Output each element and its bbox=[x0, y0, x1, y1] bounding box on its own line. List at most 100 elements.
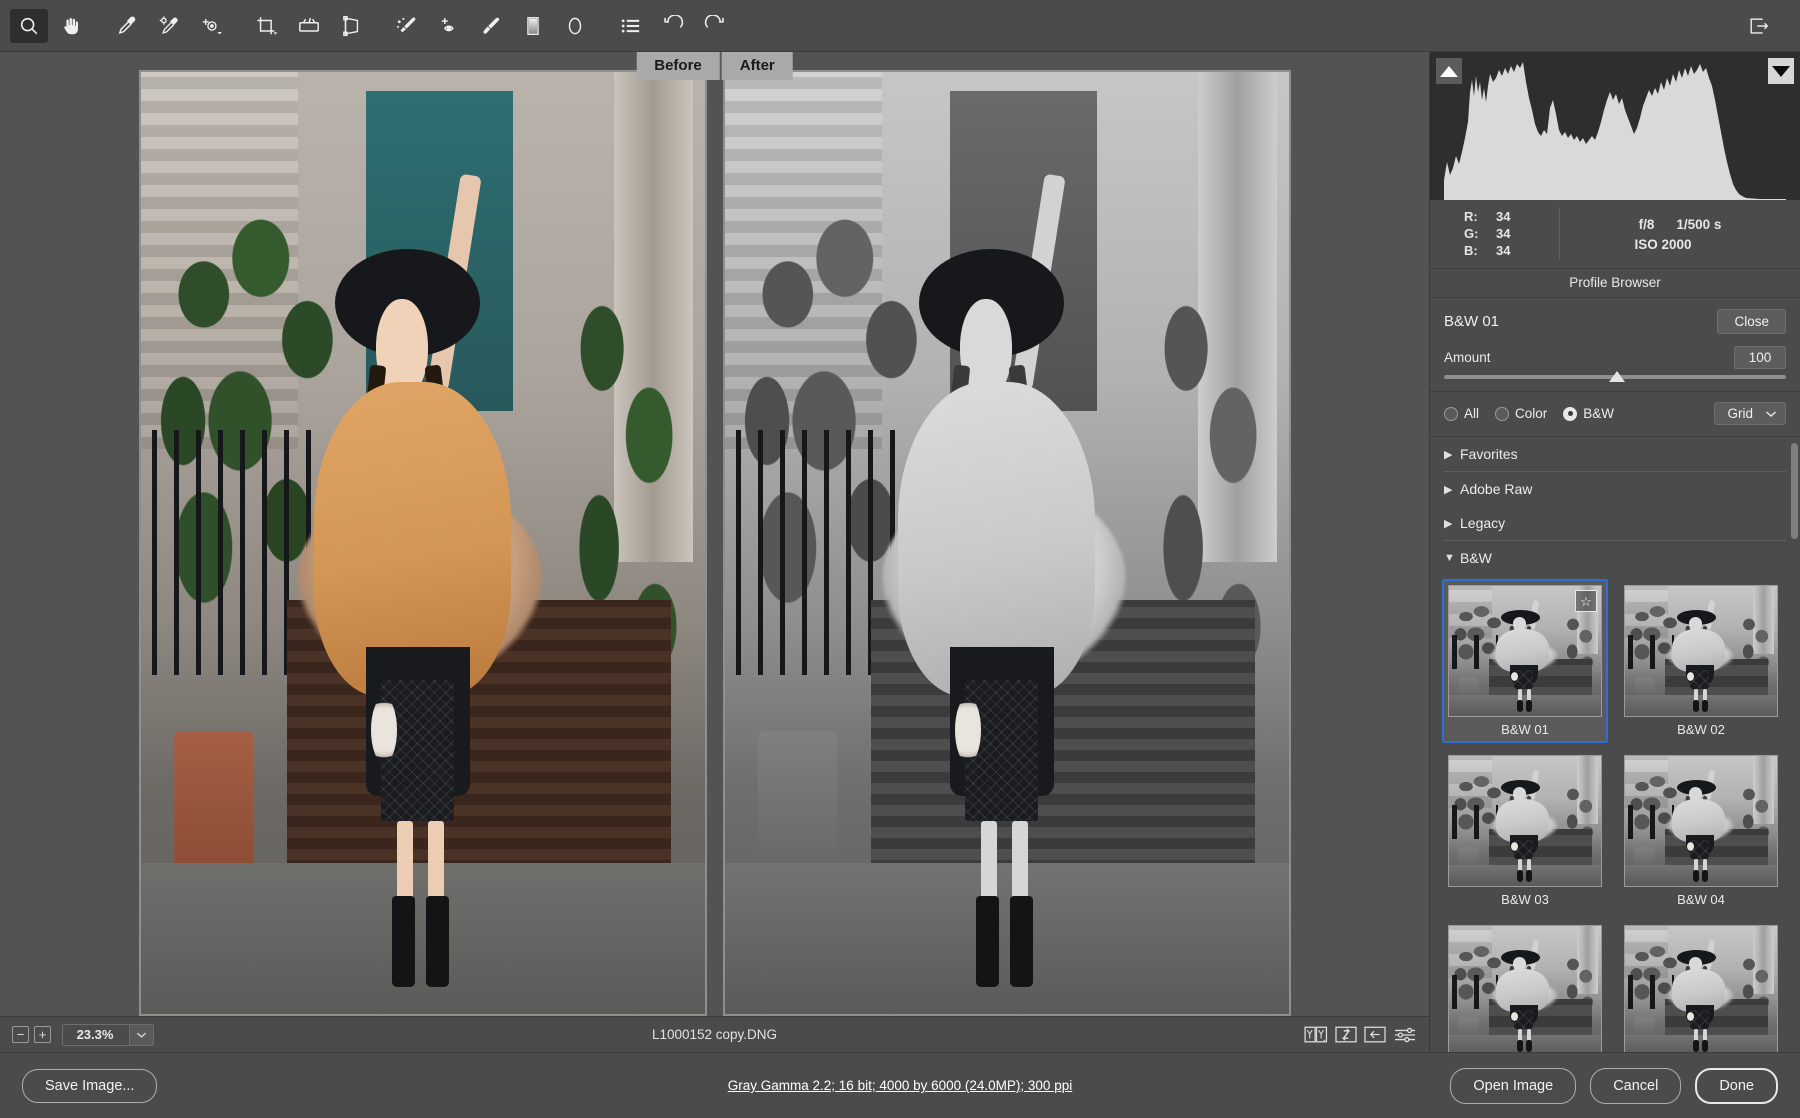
exif-values: f/8 1/500 s ISO 2000 bbox=[1560, 207, 1800, 260]
redo-tool[interactable] bbox=[696, 9, 734, 43]
profile-thumb-bw-01[interactable]: ☆ B&W 01 bbox=[1442, 579, 1608, 743]
amount-slider-handle[interactable] bbox=[1609, 371, 1625, 382]
profile-thumb-bw-03[interactable]: B&W 03 bbox=[1442, 749, 1608, 913]
exif-iso: ISO 2000 bbox=[1634, 237, 1691, 252]
current-profile-name: B&W 01 bbox=[1444, 313, 1499, 330]
shadow-clipping-icon[interactable] bbox=[1436, 58, 1462, 84]
image-canvas[interactable]: Before After bbox=[0, 52, 1429, 1016]
group-legacy[interactable]: ▶ Legacy bbox=[1430, 506, 1800, 540]
crop-tool[interactable] bbox=[248, 9, 286, 43]
before-after-preferences-icon[interactable] bbox=[1393, 1025, 1417, 1045]
toolbar-right-group bbox=[1740, 0, 1782, 52]
white-balance-tool[interactable] bbox=[108, 9, 146, 43]
preferences-icon[interactable] bbox=[1740, 9, 1778, 43]
group-favorites[interactable]: ▶ Favorites bbox=[1430, 437, 1800, 471]
view-mode-value: Grid bbox=[1727, 406, 1753, 421]
thumbnail-image: ☆ bbox=[1448, 585, 1602, 717]
amount-input[interactable]: 100 bbox=[1734, 346, 1786, 369]
hand-tool[interactable] bbox=[52, 9, 90, 43]
chevron-right-icon: ▶ bbox=[1444, 483, 1460, 496]
tab-after[interactable]: After bbox=[722, 52, 793, 80]
view-mode-select[interactable]: Grid bbox=[1714, 402, 1786, 425]
group-label-adobe-raw: Adobe Raw bbox=[1460, 481, 1532, 497]
chevron-down-icon bbox=[129, 1025, 153, 1045]
profile-thumb-bw-04[interactable]: B&W 04 bbox=[1618, 749, 1784, 913]
profile-groups: ▶ Favorites ▶ Adobe Raw ▶ Legacy ▼ B&W bbox=[1430, 437, 1800, 1052]
profile-thumb-bw-02[interactable]: B&W 02 bbox=[1618, 579, 1784, 743]
copy-settings-icon[interactable] bbox=[1364, 1025, 1386, 1045]
targeted-adjustment-tool[interactable] bbox=[192, 9, 230, 43]
profile-browser-title: Profile Browser bbox=[1430, 269, 1800, 298]
chevron-right-icon: ▶ bbox=[1444, 517, 1460, 530]
undo-tool[interactable] bbox=[654, 9, 692, 43]
tab-before[interactable]: Before bbox=[636, 52, 722, 80]
group-adobe-raw[interactable]: ▶ Adobe Raw bbox=[1430, 472, 1800, 506]
thumbnail-image bbox=[1448, 925, 1602, 1052]
rgb-b-label: B: bbox=[1464, 243, 1496, 258]
radio-icon bbox=[1444, 407, 1458, 421]
chevron-down-icon bbox=[1765, 410, 1777, 418]
zoom-out-button[interactable]: − bbox=[12, 1026, 29, 1043]
main-toolbar bbox=[0, 0, 1800, 52]
spot-removal-tool[interactable] bbox=[388, 9, 426, 43]
zoom-level-select[interactable]: 23.3% bbox=[62, 1024, 154, 1046]
open-image-button[interactable]: Open Image bbox=[1450, 1068, 1576, 1104]
filename-label: L1000152 copy.DNG bbox=[0, 1027, 1429, 1042]
zoom-in-button[interactable]: + bbox=[34, 1026, 51, 1043]
swap-before-after-icon[interactable] bbox=[1335, 1025, 1357, 1045]
transform-tool[interactable] bbox=[332, 9, 370, 43]
after-photo bbox=[725, 72, 1289, 1014]
favorite-star-icon[interactable]: ☆ bbox=[1575, 590, 1597, 612]
photo-subject bbox=[882, 166, 1141, 995]
before-image[interactable] bbox=[139, 70, 707, 1016]
graduated-filter-tool[interactable] bbox=[514, 9, 552, 43]
radial-filter-tool[interactable] bbox=[556, 9, 594, 43]
group-label-legacy: Legacy bbox=[1460, 515, 1505, 531]
filter-radio-color[interactable]: Color bbox=[1495, 406, 1547, 421]
profile-thumbnail-grid: ☆ B&W 01 bbox=[1430, 575, 1800, 1052]
profile-thumb-bw-05[interactable]: B&W 05 bbox=[1442, 919, 1608, 1052]
group-label-favorites: Favorites bbox=[1460, 446, 1518, 462]
close-button[interactable]: Close bbox=[1717, 309, 1786, 334]
right-panel: R: 34 G: 34 B: 34 f/8 1/500 s bbox=[1430, 52, 1800, 1052]
chevron-right-icon: ▶ bbox=[1444, 448, 1460, 461]
footer-actions: Open Image Cancel Done bbox=[1450, 1068, 1778, 1104]
before-photo bbox=[141, 72, 705, 1014]
radio-icon bbox=[1563, 407, 1577, 421]
exif-shutter: 1/500 s bbox=[1676, 217, 1721, 232]
profile-label: B&W 03 bbox=[1448, 887, 1602, 907]
filter-radio-all[interactable]: All bbox=[1444, 406, 1479, 421]
radio-icon bbox=[1495, 407, 1509, 421]
color-sampler-tool[interactable] bbox=[150, 9, 188, 43]
amount-slider[interactable] bbox=[1430, 369, 1800, 391]
before-after-tabs: Before After bbox=[636, 52, 793, 80]
highlight-clipping-icon[interactable] bbox=[1768, 58, 1794, 84]
footer-bar: Save Image... Gray Gamma 2.2; 16 bit; 40… bbox=[0, 1052, 1800, 1118]
cancel-button[interactable]: Cancel bbox=[1590, 1068, 1681, 1104]
photo-pot bbox=[758, 731, 837, 882]
group-bw[interactable]: ▼ B&W bbox=[1430, 541, 1800, 575]
histogram-graph bbox=[1430, 52, 1800, 200]
after-image[interactable] bbox=[723, 70, 1291, 1016]
presets-tool[interactable] bbox=[612, 9, 650, 43]
photo-pot bbox=[174, 731, 253, 882]
zoom-status-bar: − + 23.3% L1000152 copy.DNG bbox=[0, 1016, 1429, 1052]
filter-label-all: All bbox=[1464, 406, 1479, 421]
filter-radio-bw[interactable]: B&W bbox=[1563, 406, 1614, 421]
preview-controls bbox=[1304, 1025, 1417, 1045]
thumbnail-image bbox=[1624, 755, 1778, 887]
filter-label-color: Color bbox=[1515, 406, 1547, 421]
zoom-tool[interactable] bbox=[10, 9, 48, 43]
histogram[interactable] bbox=[1430, 52, 1800, 200]
adjustment-brush-tool[interactable] bbox=[472, 9, 510, 43]
image-readout: R: 34 G: 34 B: 34 f/8 1/500 s bbox=[1430, 200, 1800, 269]
rgb-g-value: 34 bbox=[1496, 226, 1510, 241]
straighten-tool[interactable] bbox=[290, 9, 328, 43]
done-button[interactable]: Done bbox=[1695, 1068, 1778, 1104]
rgb-b-value: 34 bbox=[1496, 243, 1510, 258]
panel-scrollbar[interactable] bbox=[1791, 443, 1798, 539]
red-eye-removal-tool[interactable] bbox=[430, 9, 468, 43]
profile-thumb-bw-06[interactable]: B&W 06 bbox=[1618, 919, 1784, 1052]
before-after-view-icon[interactable] bbox=[1304, 1025, 1328, 1045]
image-pair bbox=[139, 70, 1291, 1016]
